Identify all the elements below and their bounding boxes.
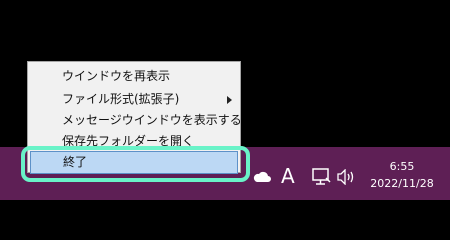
cloud-icon[interactable] bbox=[253, 170, 271, 184]
menu-item-show-message-window[interactable]: メッセージウインドウを表示する bbox=[62, 110, 242, 130]
taskbar-clock[interactable]: 6:55 2022/11/28 bbox=[362, 158, 442, 192]
clock-date: 2022/11/28 bbox=[370, 177, 434, 190]
menu-item-restore-window[interactable]: ウインドウを再表示 bbox=[62, 66, 170, 86]
menu-item-open-save-folder[interactable]: 保存先フォルダーを開く bbox=[62, 131, 194, 151]
submenu-arrow-icon bbox=[227, 96, 232, 104]
menu-item-exit[interactable]: 終了 bbox=[30, 151, 238, 174]
network-icon[interactable] bbox=[311, 167, 331, 187]
menu-item-file-format[interactable]: ファイル形式(拡張子) bbox=[62, 89, 179, 109]
volume-icon[interactable] bbox=[336, 169, 356, 185]
ime-indicator[interactable]: A bbox=[281, 164, 295, 188]
clock-time: 6:55 bbox=[389, 160, 415, 173]
